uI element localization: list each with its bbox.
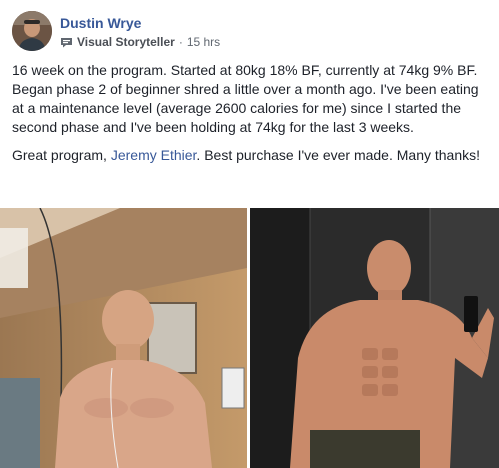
paragraph-text: Great program, xyxy=(12,147,111,163)
post-body: 16 week on the program. Started at 80kg … xyxy=(12,61,486,174)
post-paragraph-2: Great program, Jeremy Ethier. Best purch… xyxy=(12,146,486,165)
paragraph-text: . Best purchase I've ever made. Many tha… xyxy=(196,147,481,163)
author-role[interactable]: Visual Storyteller xyxy=(77,35,175,49)
post-timestamp[interactable]: 15 hrs xyxy=(187,35,220,49)
post-card: Dustin Wrye Visual Storyteller · 15 hrs … xyxy=(0,0,499,468)
storyteller-badge-icon xyxy=(60,37,73,48)
after-photo[interactable] xyxy=(250,208,499,468)
author-name[interactable]: Dustin Wrye xyxy=(60,15,141,31)
post-paragraph-1: 16 week on the program. Started at 80kg … xyxy=(12,62,479,135)
post-header: Dustin Wrye Visual Storyteller · 15 hrs xyxy=(12,11,482,53)
meta-separator: · xyxy=(178,35,183,49)
avatar[interactable] xyxy=(12,11,52,51)
before-photo[interactable] xyxy=(0,208,247,468)
mention-link[interactable]: Jeremy Ethier xyxy=(111,147,197,163)
post-meta: Visual Storyteller · 15 hrs xyxy=(60,35,220,49)
